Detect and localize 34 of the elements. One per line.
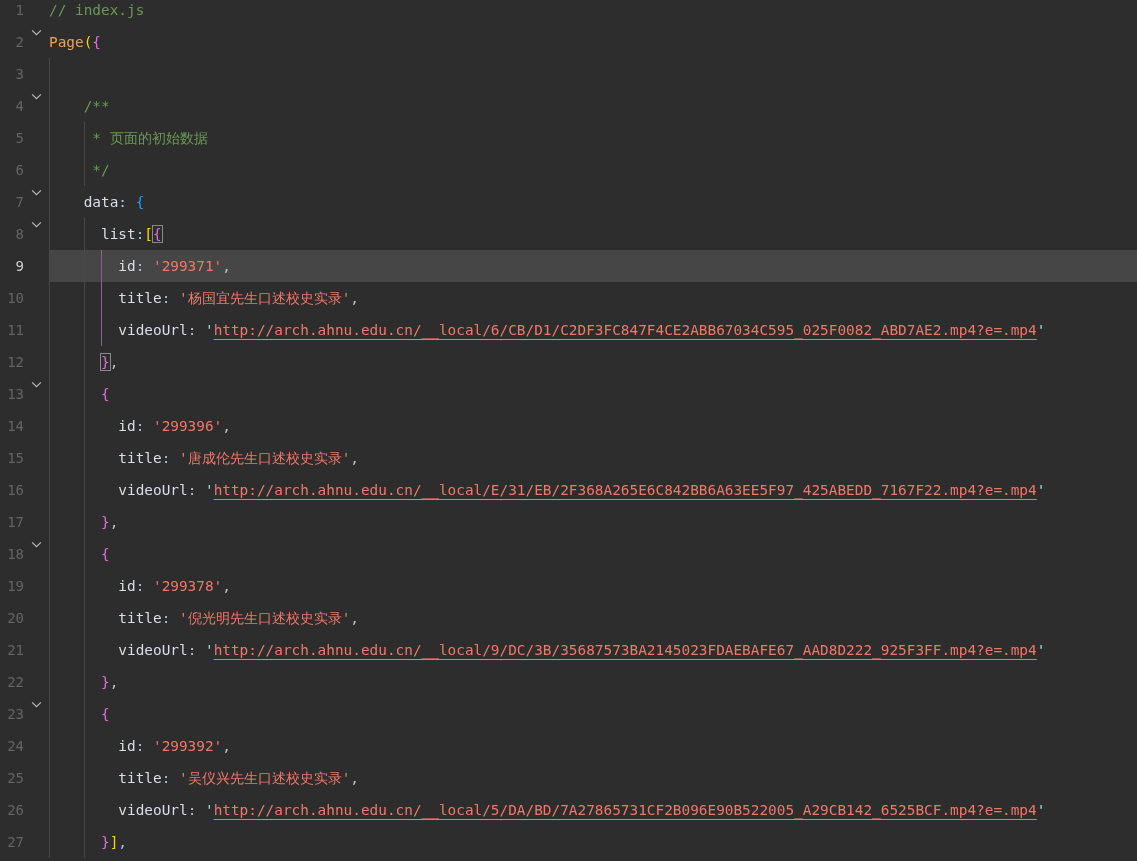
- chevron-icon[interactable]: [31, 221, 42, 228]
- chevron-icon[interactable]: [31, 701, 42, 708]
- code-line: },: [100, 674, 119, 690]
- chevron-icon[interactable]: [31, 29, 42, 36]
- code-line: title: '吴仪兴先生口述校史实录',: [117, 768, 359, 788]
- code-line: id: '299392',: [117, 738, 231, 754]
- code-line: {: [100, 546, 110, 562]
- code-line: },: [100, 514, 119, 530]
- code-line: title: '杨国宜先生口述校史实录',: [117, 288, 359, 308]
- code-line: id: '299371',: [117, 258, 231, 274]
- code-line: title: '倪光明先生口述校史实录',: [117, 608, 359, 628]
- code-line: Page({: [49, 34, 101, 50]
- code-line: videoUrl: 'http://arch.ahnu.edu.cn/__local/6/CB/D1/C2DF3FC847F4CE2ABB67034C595_025F0082_ABD7AE2.mp4?e=.mp4': [117, 322, 1046, 338]
- code-line: },: [99, 354, 119, 370]
- chevron-icon[interactable]: [31, 189, 42, 196]
- code-line: videoUrl: 'http://arch.ahnu.edu.cn/__local/5/DA/BD/7A27865731CF2B096E90B522005_A29CB142_6525BCF.mp4?e=.mp4': [117, 802, 1046, 818]
- code-line: id: '299396',: [117, 418, 231, 434]
- code-line: id: '299378',: [117, 578, 231, 594]
- code-line: */: [91, 162, 110, 178]
- code-line: title: '唐成伦先生口述校史实录',: [117, 448, 359, 468]
- chevron-icon[interactable]: [31, 381, 42, 388]
- code-line: videoUrl: 'http://arch.ahnu.edu.cn/__local/9/DC/3B/35687573BA2145023FDAEBAFE67_AAD8D222_925F3FF.mp4?e=.mp4': [117, 642, 1046, 658]
- code-line: data: {: [82, 194, 145, 210]
- code-line: {: [100, 386, 110, 402]
- code-line: videoUrl: 'http://arch.ahnu.edu.cn/__local/E/31/EB/2F368A265E6C842BB6A63EE5F97_425ABEDD_7167F22.mp4?e=.mp4': [117, 482, 1046, 498]
- code-line: list:[{: [100, 226, 162, 242]
- chevron-icon[interactable]: [31, 93, 42, 100]
- code-line: /**: [82, 98, 110, 114]
- chevron-icon[interactable]: [31, 541, 42, 548]
- code-line: * 页面的初始数据: [91, 128, 208, 148]
- code-line: }],: [100, 834, 127, 850]
- code-line: {: [100, 706, 110, 722]
- line-number: 9: [14, 258, 24, 274]
- code-line: // index.js: [49, 2, 145, 18]
